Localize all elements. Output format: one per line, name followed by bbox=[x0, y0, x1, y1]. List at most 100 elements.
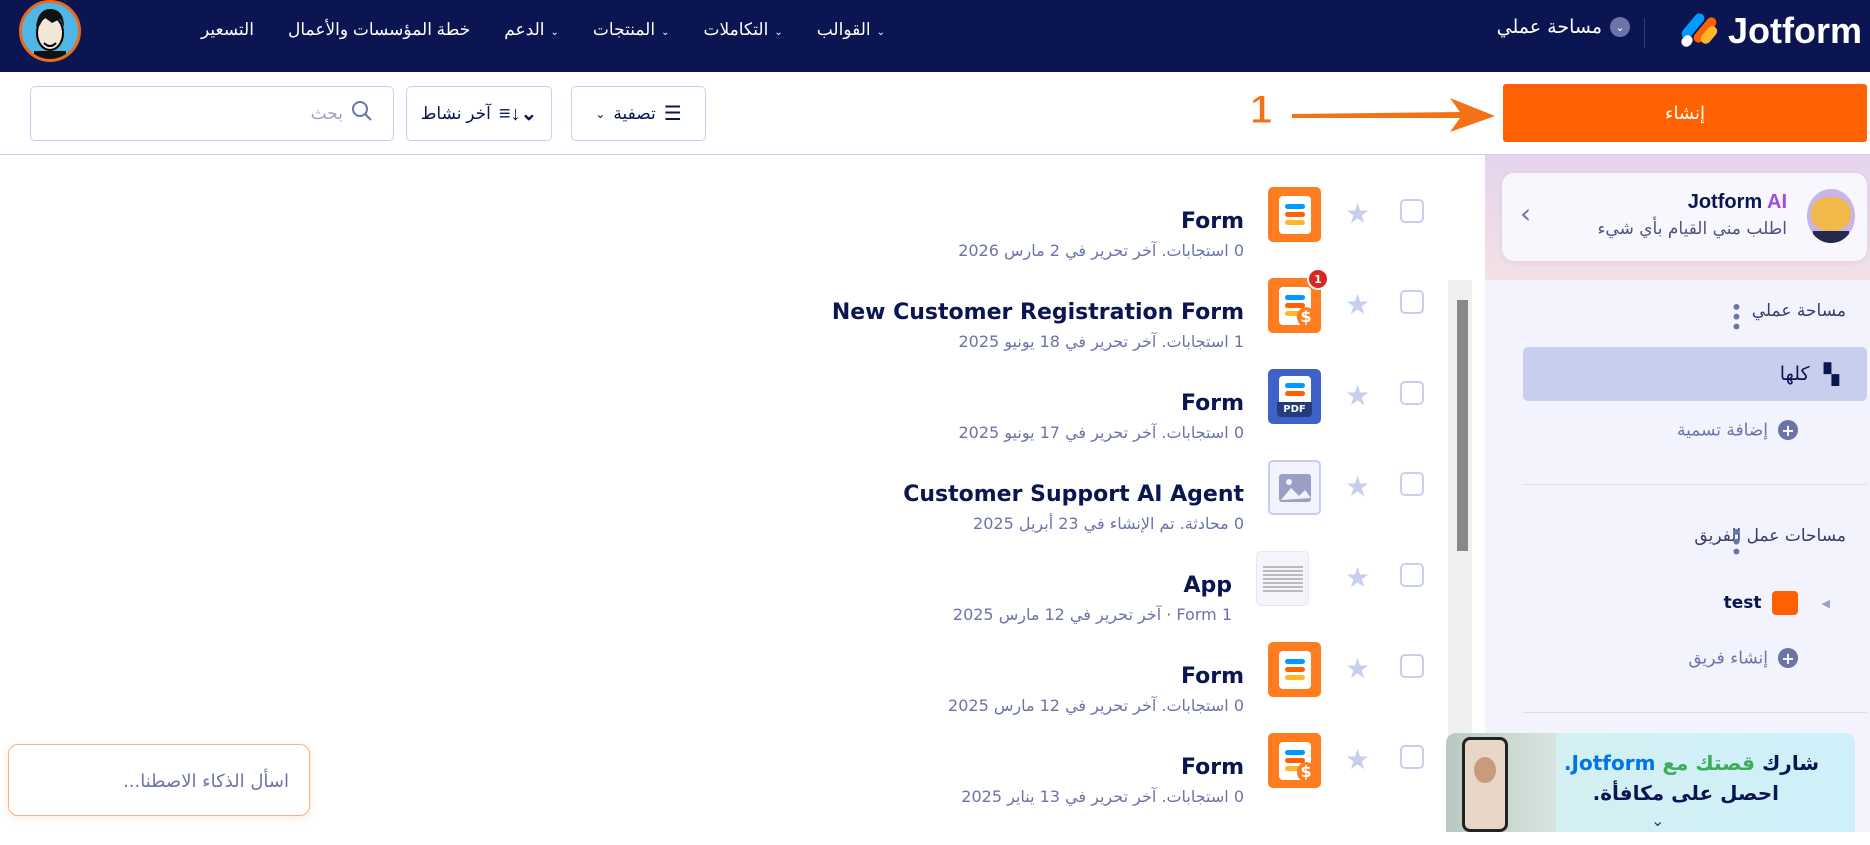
nav-label: القوالب bbox=[816, 20, 871, 39]
chevron-down-icon[interactable]: ⌄ bbox=[1651, 811, 1664, 830]
top-header: Jotform مساحة عملي ⌄ القوالب ⌄ التكاملات ⌄… bbox=[0, 0, 1870, 72]
plus-icon: + bbox=[1778, 648, 1798, 668]
row-checkbox[interactable] bbox=[1400, 563, 1424, 587]
list-item[interactable]: Customer Support AI Agent 0 محادثة. تم ا… bbox=[600, 460, 1440, 572]
asset-title[interactable]: Form bbox=[1181, 209, 1244, 234]
nav-label: خطة المؤسسات والأعمال bbox=[287, 20, 471, 39]
chevron-down-icon: ⌄ bbox=[595, 106, 606, 121]
nav-label: التكاملات bbox=[703, 20, 769, 39]
asset-meta: 1 استجابات. آخر تحرير في 18 يونيو 2025 bbox=[958, 332, 1244, 351]
row-checkbox[interactable] bbox=[1400, 199, 1424, 223]
more-options-icon[interactable]: ••• bbox=[1724, 301, 1748, 330]
filter-label: تصفية bbox=[613, 103, 656, 123]
ai-title-ai: AI bbox=[1767, 191, 1787, 213]
form-icon bbox=[1268, 187, 1321, 242]
ai-title: Jotform AI bbox=[1688, 191, 1787, 214]
pdf-form-icon: PDF bbox=[1268, 369, 1321, 424]
my-workspace-heading: مساحة عملي bbox=[1751, 301, 1846, 321]
ai-title-brand: Jotform bbox=[1687, 191, 1763, 213]
pdf-label: PDF bbox=[1277, 402, 1312, 417]
star-icon[interactable]: ★ bbox=[1345, 743, 1370, 776]
form-icon bbox=[1268, 642, 1321, 697]
nav-label: الدعم bbox=[504, 20, 545, 39]
more-options-icon[interactable]: ••• bbox=[1724, 526, 1748, 555]
sidebar-item-label: كلها bbox=[1779, 363, 1810, 385]
promo-line-1: شارك قصتك مع Jotform. bbox=[1564, 751, 1819, 775]
asset-meta: 1 Form · آخر تحرير في 12 مارس 2025 bbox=[952, 605, 1232, 624]
asset-title[interactable]: Form bbox=[1181, 664, 1244, 689]
sidebar: Jotform AI اطلب مني القيام بأي شيء ‹ مسا… bbox=[1485, 155, 1870, 832]
row-checkbox[interactable] bbox=[1400, 472, 1424, 496]
plus-icon: + bbox=[1778, 420, 1798, 440]
nav-label: المنتجات bbox=[592, 20, 656, 39]
nav-integrations[interactable]: التكاملات ⌄ bbox=[703, 20, 782, 40]
asset-title[interactable]: Form bbox=[1181, 391, 1244, 416]
row-checkbox[interactable] bbox=[1400, 654, 1424, 678]
ask-ai-input[interactable]: اسأل الذكاء الاصطنا... bbox=[8, 744, 310, 816]
grid-icon: ▚ bbox=[1823, 362, 1839, 386]
search-placeholder: بحث bbox=[310, 103, 343, 123]
annotation-number: 1 bbox=[1249, 88, 1273, 133]
nav-templates[interactable]: القوالب ⌄ bbox=[817, 20, 885, 40]
create-team-button[interactable]: + إنشاء فريق bbox=[1688, 648, 1798, 669]
sidebar-divider bbox=[1523, 484, 1867, 485]
chevron-down-icon: ⌄ bbox=[550, 27, 559, 38]
nav-support[interactable]: الدعم ⌄ bbox=[504, 20, 559, 40]
filter-button[interactable]: ⌄ تصفية ☰ bbox=[571, 86, 706, 141]
asset-title[interactable]: New Customer Registration Form bbox=[832, 300, 1244, 325]
asset-title[interactable]: App bbox=[1183, 573, 1232, 598]
promo-image bbox=[1446, 733, 1556, 832]
create-team-text: إنشاء فريق bbox=[1688, 648, 1768, 669]
asset-title[interactable]: Form bbox=[1181, 755, 1244, 780]
team-item-test[interactable]: ◀ test bbox=[1724, 591, 1830, 615]
nav-products[interactable]: المنتجات ⌄ bbox=[593, 20, 670, 40]
chevron-left-icon[interactable]: ‹ bbox=[1520, 197, 1531, 230]
nav-enterprise[interactable]: خطة المؤسسات والأعمال bbox=[288, 20, 470, 40]
chevron-down-icon: ⌄ bbox=[774, 27, 783, 38]
star-icon[interactable]: ★ bbox=[1345, 652, 1370, 685]
asset-title[interactable]: Customer Support AI Agent bbox=[903, 482, 1244, 507]
jotform-logo[interactable]: Jotform bbox=[1679, 10, 1862, 52]
sort-icon: ≡↓⌄ bbox=[498, 103, 538, 125]
row-checkbox[interactable] bbox=[1400, 745, 1424, 769]
sort-button[interactable]: آخر نشاط ≡↓⌄ bbox=[406, 86, 552, 141]
star-icon[interactable]: ★ bbox=[1345, 197, 1370, 230]
nav-label: التسعير bbox=[201, 20, 254, 39]
star-icon[interactable]: ★ bbox=[1345, 379, 1370, 412]
promo-brand: Jotform. bbox=[1563, 751, 1656, 775]
team-name: test bbox=[1723, 593, 1762, 613]
scrollbar-thumb[interactable] bbox=[1457, 300, 1468, 551]
brand-name: Jotform bbox=[1728, 10, 1862, 51]
filter-icon: ☰ bbox=[663, 103, 682, 125]
nav-pricing[interactable]: التسعير bbox=[201, 20, 254, 40]
payment-form-icon: $ bbox=[1268, 733, 1321, 788]
annotation-arrow-icon bbox=[1292, 98, 1495, 132]
asset-meta: 0 استجابات. آخر تحرير في 2 مارس 2026 bbox=[958, 241, 1244, 260]
star-icon[interactable]: ★ bbox=[1345, 561, 1370, 594]
dollar-icon: $ bbox=[1297, 762, 1315, 782]
add-label-button[interactable]: + إضافة تسمية bbox=[1677, 420, 1798, 441]
sidebar-divider bbox=[1523, 712, 1867, 713]
dollar-icon: $ bbox=[1297, 307, 1315, 327]
sidebar-item-all[interactable]: ▚ كلها bbox=[1523, 347, 1867, 401]
asset-meta: 0 استجابات. آخر تحرير في 13 يناير 2025 bbox=[961, 787, 1244, 806]
jotform-ai-card[interactable]: Jotform AI اطلب مني القيام بأي شيء ‹ bbox=[1502, 173, 1867, 261]
star-icon[interactable]: ★ bbox=[1345, 288, 1370, 321]
star-icon[interactable]: ★ bbox=[1345, 470, 1370, 503]
row-checkbox[interactable] bbox=[1400, 290, 1424, 314]
workspace-label: مساحة عملي bbox=[1496, 16, 1602, 38]
workspace-switcher[interactable]: مساحة عملي ⌄ bbox=[1497, 16, 1630, 38]
user-avatar[interactable] bbox=[19, 0, 81, 62]
create-button[interactable]: إنشاء bbox=[1503, 84, 1867, 142]
team-avatar bbox=[1771, 591, 1798, 615]
notification-badge: 1 bbox=[1307, 268, 1329, 290]
search-input[interactable]: بحث bbox=[30, 86, 394, 141]
ai-section: Jotform AI اطلب مني القيام بأي شيء ‹ bbox=[1485, 155, 1870, 280]
caret-left-icon: ◀ bbox=[1821, 596, 1830, 610]
sort-label: آخر نشاط bbox=[420, 103, 491, 123]
asset-meta: 0 استجابات. آخر تحرير في 12 مارس 2025 bbox=[948, 696, 1244, 715]
asset-meta: 0 استجابات. آخر تحرير في 17 يونيو 2025 bbox=[958, 423, 1244, 442]
chevron-down-icon: ⌄ bbox=[661, 27, 670, 38]
promo-banner[interactable]: شارك قصتك مع Jotform. احصل على مكافأة. ⌄ bbox=[1446, 733, 1855, 832]
row-checkbox[interactable] bbox=[1400, 381, 1424, 405]
